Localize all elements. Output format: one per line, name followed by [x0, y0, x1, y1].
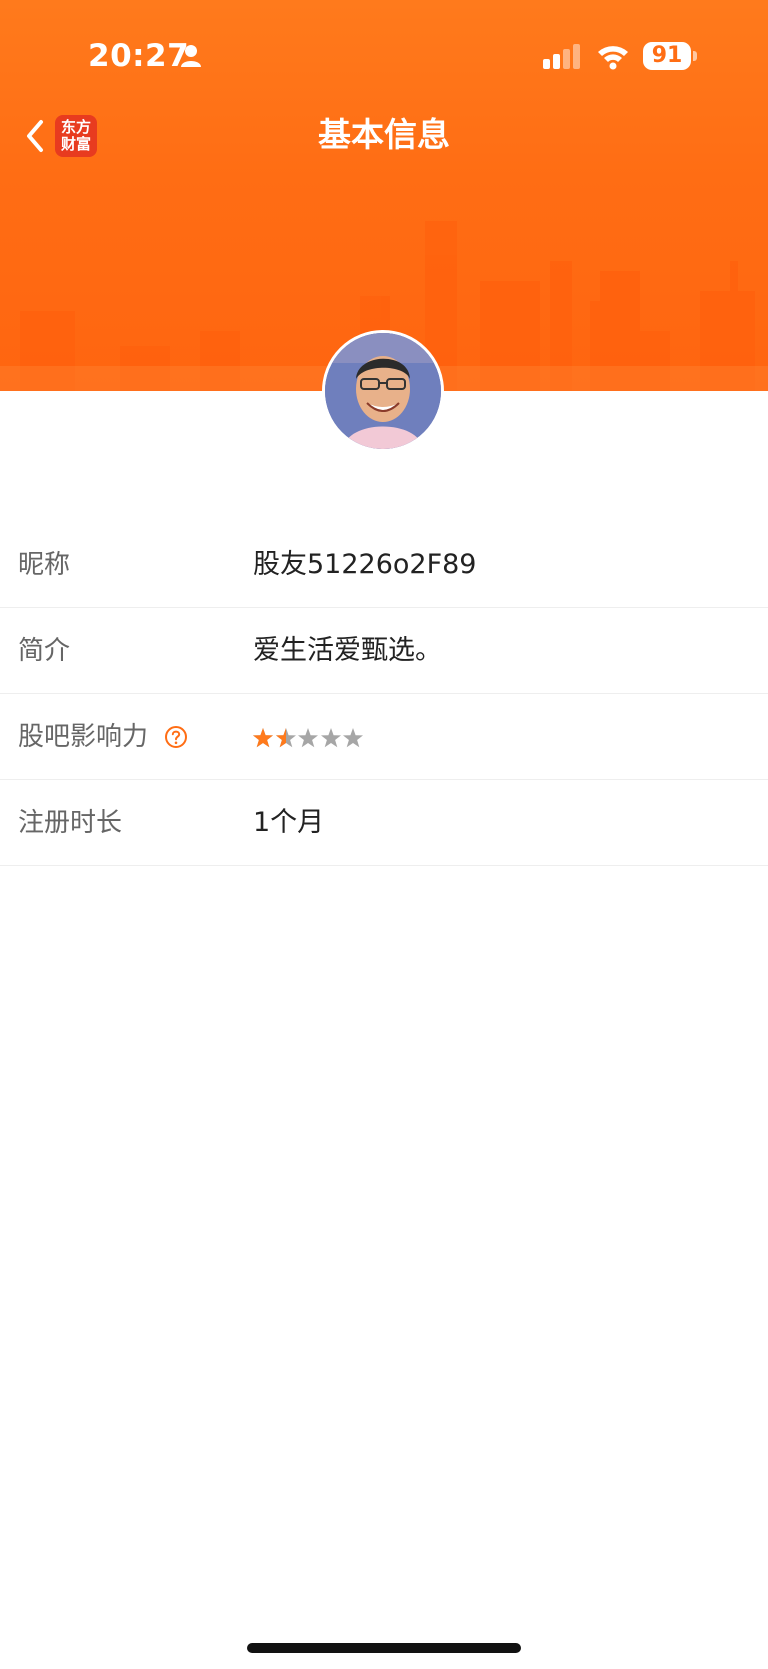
- battery-tip: [693, 51, 697, 61]
- info-row-influence: 股吧影响力: [0, 694, 768, 780]
- bio-value: 爱生活爱甄选。: [253, 635, 442, 666]
- info-row-nickname[interactable]: 昵称 股友51226o2F89: [0, 522, 768, 608]
- star-icon: [275, 728, 296, 748]
- status-time: 20:27: [88, 38, 190, 74]
- influence-label: 股吧影响力: [18, 722, 149, 752]
- user-avatar-photo: [325, 333, 441, 449]
- avatar[interactable]: [322, 330, 444, 452]
- registration-value: 1个月: [253, 807, 325, 838]
- person-icon: [181, 45, 201, 67]
- nickname-label: 昵称: [18, 550, 71, 580]
- status-bar: 20:27 91: [0, 0, 768, 110]
- registration-label: 注册时长: [18, 808, 123, 838]
- info-row-registration: 注册时长 1个月: [0, 780, 768, 866]
- star-icon: [253, 728, 273, 748]
- signal-icon: [543, 44, 580, 69]
- home-indicator[interactable]: [247, 1643, 521, 1653]
- nickname-value: 股友51226o2F89: [253, 549, 477, 580]
- wifi-icon: [598, 46, 628, 70]
- bio-label: 简介: [18, 636, 71, 666]
- info-row-bio[interactable]: 简介 爱生活爱甄选。: [0, 608, 768, 694]
- star-icon: [343, 728, 363, 748]
- star-icon: [298, 728, 318, 748]
- star-icon: [320, 728, 341, 748]
- influence-rating: [252, 724, 365, 750]
- page-title: 基本信息: [318, 115, 450, 154]
- battery-level: 91: [651, 43, 683, 68]
- question-circle-icon[interactable]: [164, 725, 188, 749]
- battery-icon: 91: [643, 42, 691, 70]
- info-list: 昵称 股友51226o2F89 简介 爱生活爱甄选。 股吧影响力 注册时长 1个…: [0, 522, 768, 866]
